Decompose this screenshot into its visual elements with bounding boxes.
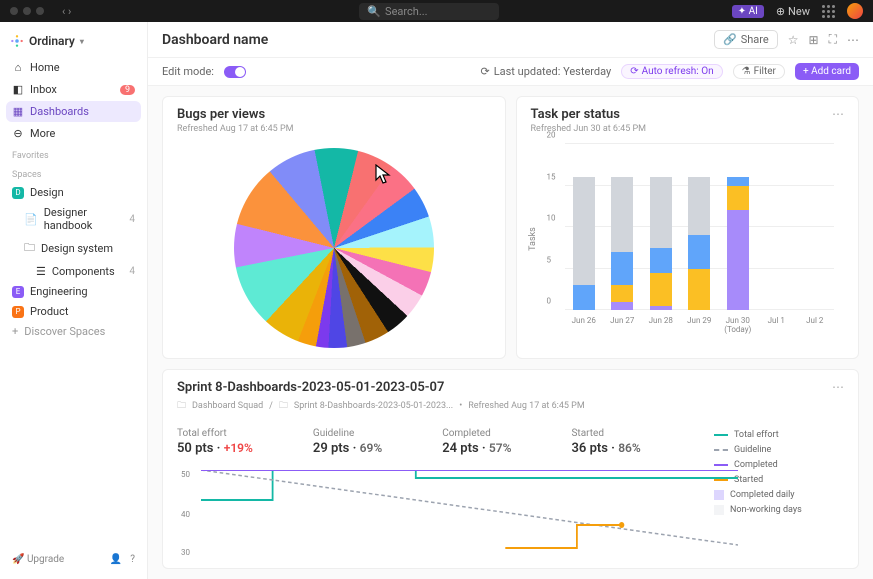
add-card-button[interactable]: + Add card: [795, 63, 859, 80]
bar-column[interactable]: [650, 177, 672, 310]
share-icon: 🔗: [723, 33, 737, 46]
bugs-per-views-card: Bugs per views Refreshed Aug 17 at 6:45 …: [162, 96, 506, 359]
card-title: Task per status: [531, 107, 647, 122]
sprint-refreshed: Refreshed Aug 17 at 6:45 PM: [468, 401, 584, 411]
bar-column[interactable]: [688, 177, 710, 310]
system-topbar: ‹ › 🔍 Search... ✦ AI ⊕ New: [0, 0, 873, 22]
stacked-bar-chart[interactable]: Tasks 05101520 Jun 26Jun 27Jun 28Jun 29J…: [531, 134, 845, 334]
list-components[interactable]: ☰Components4: [6, 262, 141, 281]
filter-icon: ⚗: [742, 66, 751, 77]
bar-column[interactable]: [573, 177, 595, 310]
plus-icon: +: [12, 325, 18, 338]
inbox-icon: ◧: [12, 83, 24, 96]
nav-back-forward[interactable]: ‹ ›: [62, 5, 71, 18]
help-icon[interactable]: ?: [130, 554, 135, 565]
search-placeholder: Search...: [385, 5, 428, 18]
workspace-icon: [10, 34, 24, 48]
clock-icon: ⟳: [630, 66, 638, 77]
ai-button[interactable]: ✦ AI: [732, 5, 764, 18]
task-per-status-card: Task per status Refreshed Jun 30 at 6:45…: [516, 96, 860, 359]
space-engineering[interactable]: EEngineering: [6, 282, 141, 301]
folder-icon: 🗀: [24, 239, 35, 258]
stat-completed: Completed 24 pts · 57%: [442, 428, 511, 456]
dashboard-icon: ▦: [12, 105, 24, 118]
workspace-switcher[interactable]: Ordinary ▾: [6, 30, 141, 56]
new-button[interactable]: ⊕ New: [776, 5, 810, 18]
window-traffic-lights[interactable]: [10, 7, 44, 15]
global-search[interactable]: 🔍 Search...: [359, 3, 499, 20]
edit-mode-label: Edit mode:: [162, 65, 214, 78]
main-content: Dashboard name 🔗Share ☆ ⊞ ⛶ ⋯ Edit mode:…: [148, 22, 873, 579]
stat-total-effort: Total effort 50 pts · +19%: [177, 428, 253, 456]
folder-designer-handbook[interactable]: 📄Designer handbook4: [6, 203, 141, 235]
page-header: Dashboard name 🔗Share ☆ ⊞ ⛶ ⋯: [148, 22, 873, 58]
card-title: Bugs per views: [177, 107, 293, 122]
bar-column[interactable]: [727, 177, 749, 310]
sprint-title: Sprint 8-Dashboards-2023-05-01-2023-05-0…: [177, 380, 832, 395]
apps-grid-icon[interactable]: [822, 5, 835, 18]
workspace-name: Ordinary: [29, 34, 75, 48]
last-updated[interactable]: ⟳Last updated: Yesterday: [481, 65, 612, 78]
y-axis-label: Tasks: [527, 227, 537, 251]
sprint-squad[interactable]: Dashboard Squad: [192, 401, 263, 411]
bar-column[interactable]: [611, 177, 633, 310]
stat-started: Started 36 pts · 86%: [571, 428, 640, 456]
refresh-icon: ⟳: [481, 65, 490, 78]
folder-icon: 🗀: [177, 398, 186, 414]
upgrade-button[interactable]: 🚀 Upgrade: [12, 554, 64, 565]
filter-button[interactable]: ⚗Filter: [733, 64, 785, 79]
chevron-down-icon: ▾: [80, 37, 84, 46]
card-menu-icon[interactable]: ⋯: [832, 107, 844, 121]
folder-design-system[interactable]: 🗀Design system: [6, 236, 141, 261]
sprint-breadcrumb[interactable]: Sprint 8-Dashboards-2023-05-01-2023...: [294, 401, 453, 411]
file-icon: 📄: [24, 213, 38, 226]
user-avatar[interactable]: [847, 3, 863, 19]
spaces-label: Spaces: [6, 164, 141, 182]
nav-inbox[interactable]: ◧Inbox9: [6, 79, 141, 100]
card-refreshed: Refreshed Aug 17 at 6:45 PM: [177, 124, 293, 134]
dashboard-toolbar: Edit mode: ⟳Last updated: Yesterday ⟳Aut…: [148, 58, 873, 86]
space-product[interactable]: PProduct: [6, 302, 141, 321]
list-icon: ☰: [36, 265, 46, 278]
nav-home[interactable]: ⌂Home: [6, 57, 141, 78]
expand-icon[interactable]: ⛶: [829, 32, 837, 47]
page-title: Dashboard name: [162, 32, 268, 48]
inbox-badge: 9: [120, 85, 135, 95]
sidebar: Ordinary ▾ ⌂Home ◧Inbox9 ▦Dashboards ⊖Mo…: [0, 22, 148, 579]
space-badge: P: [12, 306, 24, 318]
edit-mode-toggle[interactable]: [224, 66, 246, 78]
stat-guideline: Guideline 29 pts · 69%: [313, 428, 382, 456]
print-icon[interactable]: ⊞: [809, 33, 819, 47]
discover-spaces[interactable]: +Discover Spaces: [6, 322, 141, 341]
more-menu-icon[interactable]: ⋯: [847, 33, 859, 47]
invite-icon[interactable]: 👤: [110, 554, 122, 565]
more-icon: ⊖: [12, 127, 24, 140]
pie-chart[interactable]: [234, 148, 434, 348]
share-button[interactable]: 🔗Share: [714, 30, 778, 49]
burndown-chart[interactable]: 50 40 30: [177, 470, 714, 550]
favorites-label: Favorites: [6, 145, 141, 163]
nav-dashboards[interactable]: ▦Dashboards: [6, 101, 141, 122]
nav-more[interactable]: ⊖More: [6, 123, 141, 144]
space-design[interactable]: DDesign: [6, 183, 141, 202]
space-badge: E: [12, 286, 24, 298]
star-icon[interactable]: ☆: [788, 33, 799, 47]
search-icon: 🔍: [367, 5, 381, 18]
folder-icon: 🗀: [279, 398, 288, 414]
card-menu-icon[interactable]: ⋯: [832, 380, 844, 394]
sprint-card: Sprint 8-Dashboards-2023-05-01-2023-05-0…: [162, 369, 859, 569]
home-icon: ⌂: [12, 61, 24, 74]
space-badge: D: [12, 187, 24, 199]
auto-refresh-pill[interactable]: ⟳Auto refresh: On: [621, 64, 722, 79]
